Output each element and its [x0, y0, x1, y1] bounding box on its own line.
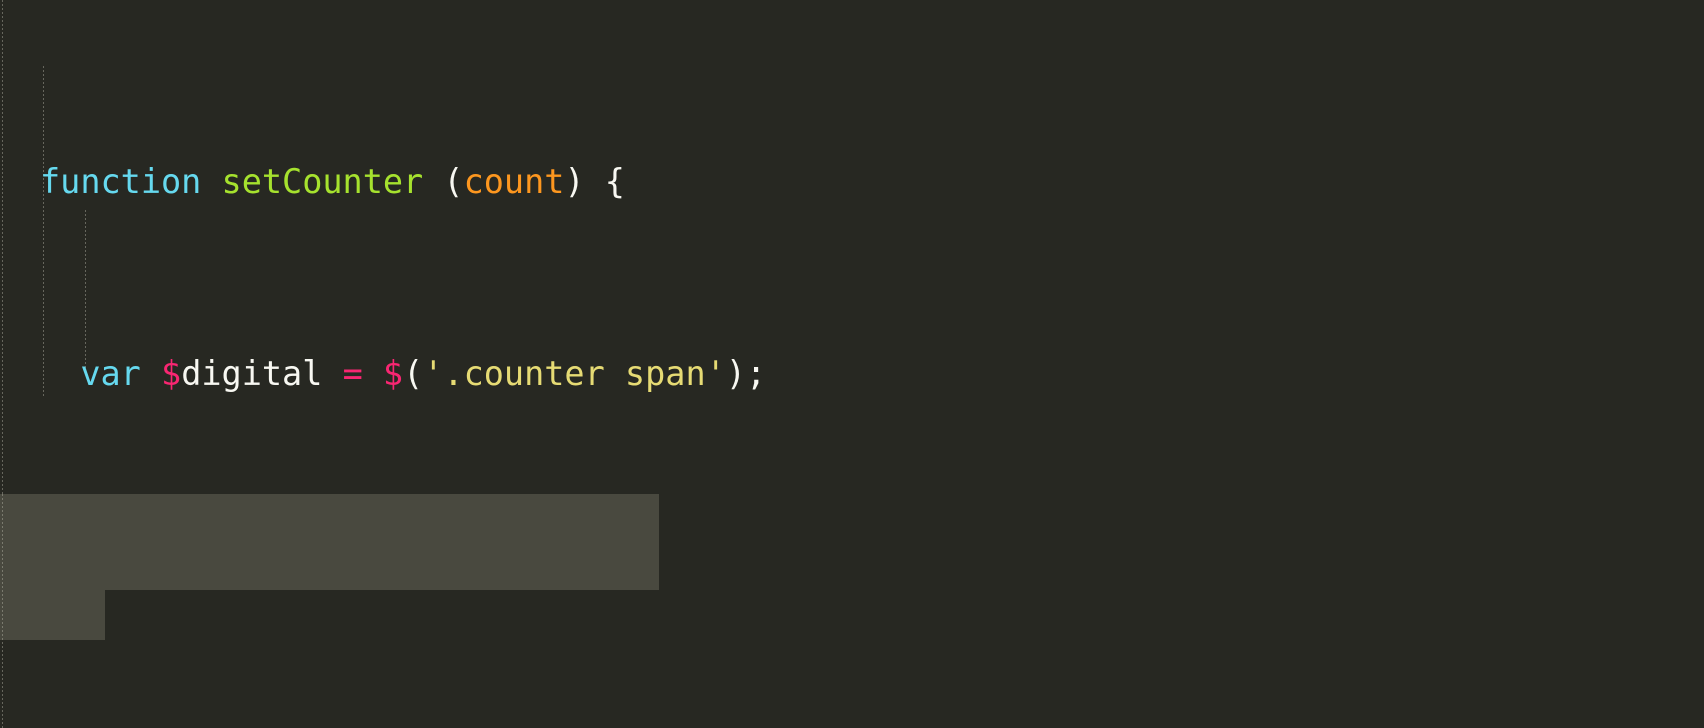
token-sigil-dollar: $	[161, 354, 182, 393]
code-editor[interactable]: function setCounter (count) { var $digit…	[0, 0, 1704, 728]
token-keyword-var: var	[80, 354, 141, 393]
code-line-2[interactable]: var $digital = $('.counter span');	[0, 350, 1553, 398]
code-line-1[interactable]: function setCounter (count) {	[0, 158, 1553, 206]
code-line-3-blank[interactable]	[0, 542, 1553, 590]
code-text-layer[interactable]: function setCounter (count) { var $digit…	[0, 0, 1553, 728]
token-operator-assign: =	[342, 354, 363, 393]
token-jquery-dollar: $	[382, 354, 404, 393]
token-function-name-setcounter: setCounter	[221, 162, 424, 201]
token-parameter-count: count	[463, 162, 565, 201]
token-string-selector: '.counter span'	[423, 354, 726, 393]
token-keyword-function: function	[40, 162, 202, 201]
